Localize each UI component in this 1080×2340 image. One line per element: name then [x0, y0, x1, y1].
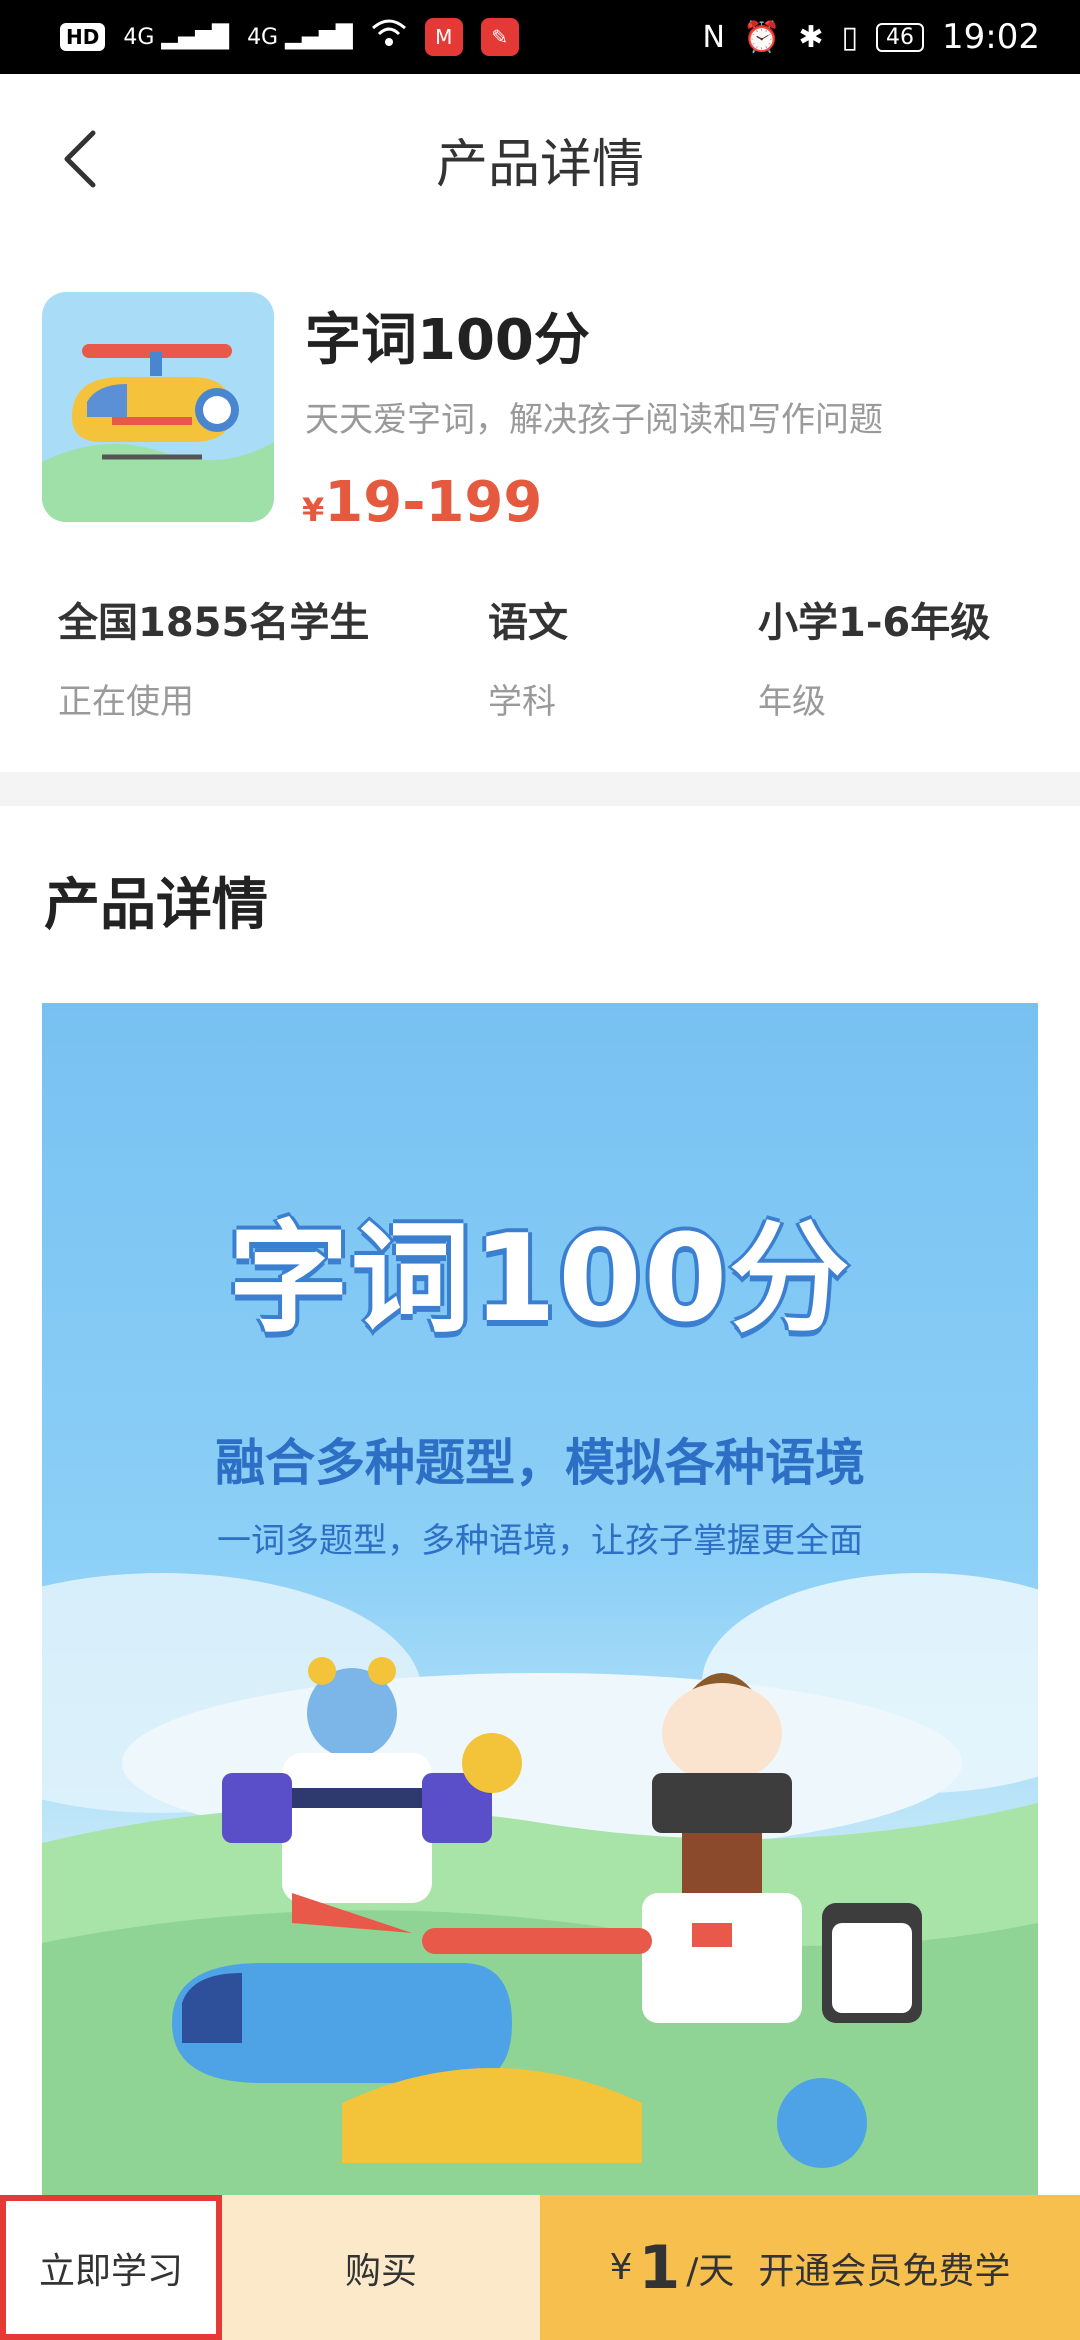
buy-button[interactable]: 购买 — [222, 2195, 540, 2340]
stat-value: 语文 — [488, 600, 568, 646]
stat-value: 全国1855名学生 — [58, 600, 370, 646]
stat-subject: 语文 学科 — [488, 590, 568, 723]
vip-membership-button[interactable]: ¥ 1 /天 开通会员免费学 — [540, 2195, 1080, 2340]
product-stats: 全国1855名学生 正在使用 语文 学科 小学1-6年级 年级 — [58, 590, 1058, 723]
status-right: N ⏰ ✱ ▯ 46 19:02 — [703, 17, 1040, 57]
hd-indicator: HD — [60, 23, 106, 51]
chevron-left-icon — [64, 130, 96, 188]
stat-grade: 小学1-6年级 年级 — [758, 590, 990, 723]
battery-icon: 46 — [876, 22, 925, 52]
bluetooth-icon: ✱ — [798, 19, 824, 55]
banner-illustration — [172, 1657, 922, 2168]
alarm-icon: ⏰ — [743, 19, 781, 55]
study-now-button[interactable]: 立即学习 — [0, 2195, 222, 2340]
stat-label: 学科 — [488, 682, 556, 722]
vip-amount: 1 — [638, 2232, 681, 2303]
study-now-label: 立即学习 — [38, 2250, 183, 2292]
banner-slogan: 融合多种题型，模拟各种语境 — [215, 1434, 865, 1492]
signal-icon-2: 4G ▂▄▆█ — [247, 24, 353, 50]
vibrate-icon: ▯ — [841, 19, 859, 55]
stat-students: 全国1855名学生 正在使用 — [58, 590, 369, 723]
price-currency: ¥ — [302, 491, 325, 529]
product-name: 字词100分 — [305, 308, 590, 373]
status-time: 19:02 — [942, 17, 1040, 57]
product-description: 天天爱字词，解决孩子阅读和写作问题 — [305, 400, 883, 440]
product-icon — [42, 292, 274, 522]
status-left: HD 4G ▂▄▆█ 4G ▂▄▆█ M ✎ — [60, 18, 519, 56]
price-range: 19-199 — [324, 470, 543, 535]
vip-unit: /天 — [686, 2250, 735, 2292]
vip-text: 开通会员免费学 — [758, 2250, 1011, 2292]
app-notification-icon: ✎ — [480, 18, 519, 56]
wifi-icon — [371, 18, 407, 56]
back-button[interactable] — [44, 124, 114, 194]
nfc-icon: N — [702, 19, 725, 55]
product-banner: 字词100分 融合多种题型，模拟各种语境 一词多题型，多种语境，让孩子掌握更全面 — [42, 1003, 1038, 2253]
vip-currency: ¥ — [609, 2247, 633, 2288]
signal-icon: 4G ▂▄▆█ — [123, 24, 230, 50]
stat-value: 小学1-6年级 — [758, 600, 991, 646]
stat-label: 年级 — [758, 682, 826, 722]
banner-subtitle: 一词多题型，多种语境，让孩子掌握更全面 — [217, 1521, 863, 1561]
stat-label: 正在使用 — [58, 682, 194, 722]
page-title: 产品详情 — [435, 134, 644, 195]
buy-label: 购买 — [344, 2250, 417, 2292]
status-bar: HD 4G ▂▄▆█ 4G ▂▄▆█ M ✎ N ⏰ ✱ ▯ 46 19:02 — [0, 0, 1080, 74]
section-divider — [0, 772, 1080, 806]
product-price: ¥19-199 — [302, 470, 542, 535]
bottom-action-bar: 立即学习 购买 ¥ 1 /天 开通会员免费学 — [0, 2195, 1080, 2340]
bank-app-icon: M — [424, 18, 463, 56]
section-title: 产品详情 — [44, 873, 268, 938]
banner-title: 字词100分 — [228, 1210, 852, 1349]
header: 产品详情 — [0, 74, 1080, 244]
